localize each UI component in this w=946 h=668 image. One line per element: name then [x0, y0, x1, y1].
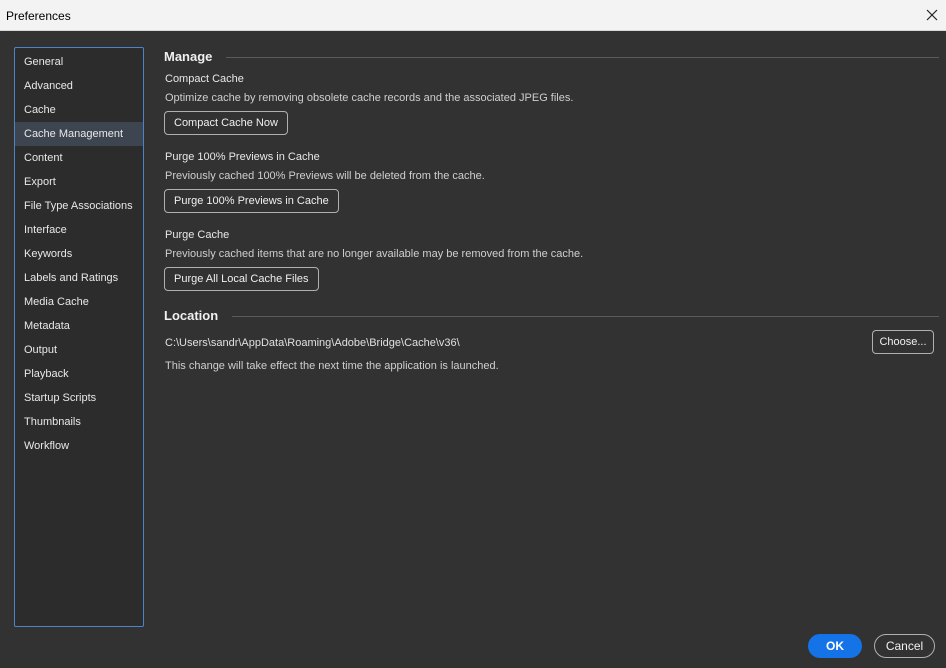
location-change-note: This change will take effect the next ti… [165, 360, 499, 372]
sidebar-item-export[interactable]: Export [15, 170, 143, 194]
sidebar-item-media-cache[interactable]: Media Cache [15, 290, 143, 314]
sidebar-item-workflow[interactable]: Workflow [15, 434, 143, 458]
sidebar-item-playback[interactable]: Playback [15, 362, 143, 386]
sidebar-item-advanced[interactable]: Advanced [15, 74, 143, 98]
ok-button[interactable]: OK [808, 634, 862, 658]
sidebar-item-startup-scripts[interactable]: Startup Scripts [15, 386, 143, 410]
sidebar-item-general[interactable]: General [15, 50, 143, 74]
cache-management-panel: Manage Compact Cache Optimize cache by r… [164, 47, 939, 376]
cancel-button[interactable]: Cancel [874, 634, 935, 658]
compact-cache-title: Compact Cache [165, 73, 244, 85]
title-bar: Preferences [0, 0, 946, 31]
sidebar-item-content[interactable]: Content [15, 146, 143, 170]
purge-all-local-cache-button[interactable]: Purge All Local Cache Files [164, 267, 319, 291]
sidebar-item-keywords[interactable]: Keywords [15, 242, 143, 266]
sidebar-item-cache[interactable]: Cache [15, 98, 143, 122]
section-divider [224, 316, 939, 317]
sidebar-item-output[interactable]: Output [15, 338, 143, 362]
sidebar-item-cache-management[interactable]: Cache Management [15, 122, 143, 146]
purge-cache-description: Previously cached items that are no long… [165, 248, 584, 260]
sidebar-item-metadata[interactable]: Metadata [15, 314, 143, 338]
sidebar-item-file-type-associations[interactable]: File Type Associations [15, 194, 143, 218]
location-heading: Location [164, 308, 233, 323]
sidebar-item-labels-and-ratings[interactable]: Labels and Ratings [15, 266, 143, 290]
close-icon[interactable] [921, 4, 943, 26]
purge-previews-button[interactable]: Purge 100% Previews in Cache [164, 189, 339, 213]
compact-cache-now-button[interactable]: Compact Cache Now [164, 111, 288, 135]
choose-location-button[interactable]: Choose... [872, 330, 934, 354]
manage-heading: Manage [164, 49, 227, 64]
manage-section-header: Manage [164, 47, 939, 67]
cache-location-path: C:\Users\sandr\AppData\Roaming\Adobe\Bri… [165, 337, 460, 349]
sidebar-item-thumbnails[interactable]: Thumbnails [15, 410, 143, 434]
sidebar-item-interface[interactable]: Interface [15, 218, 143, 242]
purge-cache-title: Purge Cache [165, 229, 230, 241]
window-title: Preferences [6, 9, 71, 23]
preferences-category-list: General Advanced Cache Cache Management Cont… [14, 47, 144, 627]
compact-cache-description: Optimize cache by removing obsolete cach… [165, 92, 574, 104]
section-divider [224, 57, 939, 58]
purge-previews-title: Purge 100% Previews in Cache [165, 151, 320, 163]
preferences-window: Preferences General Advanced Cache Cache Ma… [0, 0, 946, 668]
purge-previews-description: Previously cached 100% Previews will be … [165, 170, 485, 182]
location-section-header: Location [164, 306, 939, 326]
